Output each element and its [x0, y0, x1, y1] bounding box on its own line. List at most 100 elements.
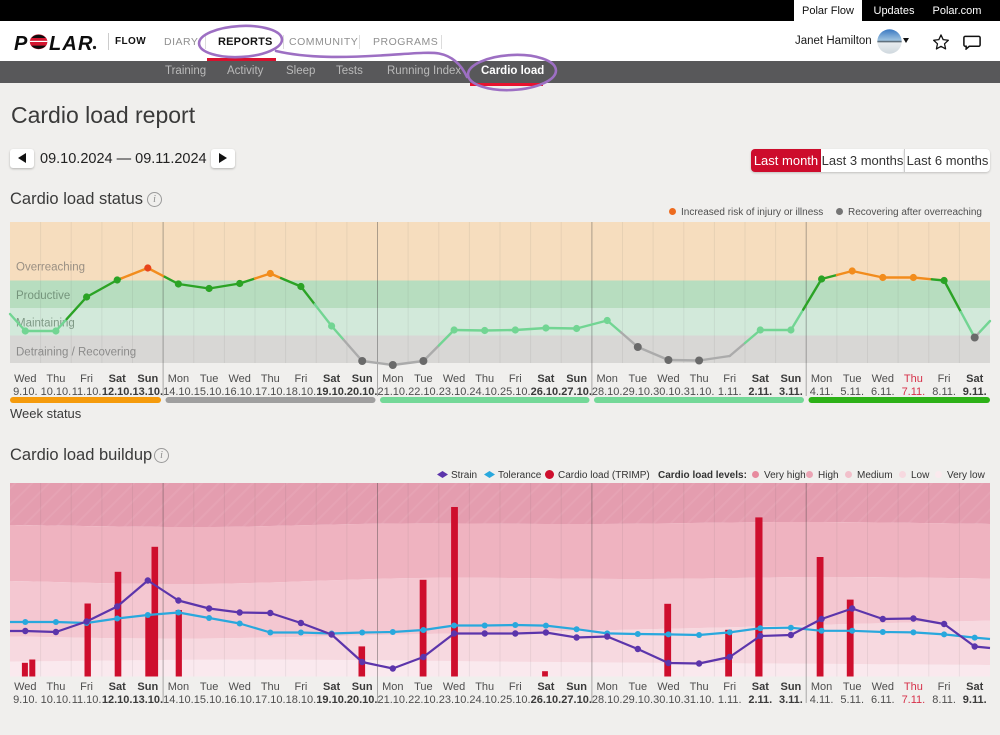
svg-text:Sun: Sun	[352, 373, 373, 385]
svg-text:31.10.: 31.10.	[684, 386, 715, 398]
svg-text:Wed: Wed	[872, 681, 894, 693]
svg-text:2.11.: 2.11.	[748, 694, 772, 706]
svg-text:23.10.: 23.10.	[439, 386, 470, 398]
svg-text:23.10.: 23.10.	[439, 694, 470, 706]
svg-text:Wed: Wed	[443, 681, 465, 693]
svg-text:6.11.: 6.11.	[871, 386, 895, 398]
svg-text:Sun: Sun	[566, 373, 587, 385]
svg-text:Tue: Tue	[629, 373, 648, 385]
svg-text:14.10.: 14.10.	[163, 386, 194, 398]
svg-text:Mon: Mon	[596, 681, 617, 693]
svg-text:Wed: Wed	[872, 373, 894, 385]
svg-text:Week status: Week status	[10, 406, 82, 421]
svg-text:5.11.: 5.11.	[840, 386, 864, 398]
svg-text:Thu: Thu	[904, 681, 923, 693]
svg-text:20.10.: 20.10.	[347, 386, 378, 398]
svg-text:3.11.: 3.11.	[779, 694, 803, 706]
svg-text:Tue: Tue	[414, 373, 433, 385]
svg-text:Sat: Sat	[537, 373, 554, 385]
svg-text:1.11.: 1.11.	[718, 694, 742, 706]
svg-text:Wed: Wed	[228, 681, 250, 693]
svg-text:19.10.: 19.10.	[316, 386, 347, 398]
svg-text:9.11.: 9.11.	[963, 694, 987, 706]
svg-text:Mon: Mon	[811, 681, 832, 693]
svg-text:Sat: Sat	[752, 681, 769, 693]
svg-text:Mon: Mon	[382, 681, 403, 693]
svg-text:18.10.: 18.10.	[286, 694, 317, 706]
svg-text:10.10.: 10.10.	[41, 694, 72, 706]
svg-text:29.10.: 29.10.	[623, 694, 654, 706]
svg-text:Thu: Thu	[261, 681, 280, 693]
svg-text:Thu: Thu	[690, 681, 709, 693]
svg-text:20.10.: 20.10.	[347, 694, 378, 706]
svg-text:12.10.: 12.10.	[102, 386, 133, 398]
svg-text:Sun: Sun	[566, 681, 587, 693]
svg-text:10.10.: 10.10.	[41, 386, 72, 398]
svg-text:Thu: Thu	[475, 681, 494, 693]
svg-text:Fri: Fri	[509, 681, 522, 693]
svg-text:Sat: Sat	[109, 373, 126, 385]
svg-text:17.10.: 17.10.	[255, 694, 286, 706]
svg-text:Thu: Thu	[475, 373, 494, 385]
svg-text:16.10.: 16.10.	[224, 694, 255, 706]
svg-text:25.10.: 25.10.	[500, 386, 531, 398]
svg-text:7.11.: 7.11.	[902, 694, 926, 706]
svg-text:28.10.: 28.10.	[592, 386, 623, 398]
svg-text:Tue: Tue	[843, 373, 862, 385]
svg-text:30.10.: 30.10.	[653, 386, 684, 398]
svg-text:Thu: Thu	[46, 681, 65, 693]
svg-text:Mon: Mon	[596, 373, 617, 385]
svg-text:30.10.: 30.10.	[653, 694, 684, 706]
svg-text:24.10.: 24.10.	[469, 694, 500, 706]
svg-text:4.11.: 4.11.	[810, 694, 834, 706]
svg-text:5.11.: 5.11.	[840, 694, 864, 706]
svg-text:Tue: Tue	[414, 681, 433, 693]
svg-text:9.11.: 9.11.	[963, 386, 987, 398]
svg-text:Tue: Tue	[843, 681, 862, 693]
svg-text:Fri: Fri	[80, 373, 93, 385]
svg-text:29.10.: 29.10.	[623, 386, 654, 398]
svg-text:2.11.: 2.11.	[748, 386, 772, 398]
svg-text:Overreaching: Overreaching	[16, 262, 85, 274]
svg-text:24.10.: 24.10.	[469, 386, 500, 398]
svg-text:22.10.: 22.10.	[408, 386, 439, 398]
svg-text:26.10.: 26.10.	[531, 694, 562, 706]
svg-text:Fri: Fri	[723, 681, 736, 693]
svg-text:Sat: Sat	[966, 681, 983, 693]
svg-text:Sat: Sat	[109, 681, 126, 693]
svg-text:21.10.: 21.10.	[378, 386, 409, 398]
svg-text:25.10.: 25.10.	[500, 694, 531, 706]
svg-text:Sat: Sat	[966, 373, 983, 385]
svg-text:13.10.: 13.10.	[133, 694, 164, 706]
svg-text:Fri: Fri	[294, 681, 307, 693]
svg-text:Tue: Tue	[200, 681, 219, 693]
svg-text:Wed: Wed	[228, 373, 250, 385]
svg-text:Wed: Wed	[443, 373, 465, 385]
svg-text:4.11.: 4.11.	[810, 386, 834, 398]
svg-text:13.10.: 13.10.	[133, 386, 164, 398]
svg-text:Mon: Mon	[168, 681, 189, 693]
svg-text:Fri: Fri	[938, 373, 951, 385]
svg-text:Sun: Sun	[352, 681, 373, 693]
svg-text:22.10.: 22.10.	[408, 694, 439, 706]
svg-text:26.10.: 26.10.	[531, 386, 562, 398]
svg-text:28.10.: 28.10.	[592, 694, 623, 706]
svg-text:Wed: Wed	[14, 681, 36, 693]
svg-text:27.10.: 27.10.	[561, 386, 592, 398]
svg-text:Wed: Wed	[14, 373, 36, 385]
svg-text:18.10.: 18.10.	[286, 386, 317, 398]
svg-text:Thu: Thu	[690, 373, 709, 385]
svg-text:Mon: Mon	[811, 373, 832, 385]
svg-text:1.11.: 1.11.	[718, 386, 742, 398]
svg-text:15.10.: 15.10.	[194, 386, 225, 398]
svg-text:Tue: Tue	[200, 373, 219, 385]
svg-text:Sat: Sat	[323, 681, 340, 693]
svg-text:Mon: Mon	[382, 373, 403, 385]
svg-text:16.10.: 16.10.	[224, 386, 255, 398]
svg-text:8.11.: 8.11.	[932, 694, 956, 706]
svg-text:Tue: Tue	[629, 681, 648, 693]
svg-text:Sat: Sat	[752, 373, 769, 385]
svg-text:Detraining / Recovering: Detraining / Recovering	[16, 347, 136, 359]
svg-text:12.10.: 12.10.	[102, 694, 133, 706]
svg-text:15.10.: 15.10.	[194, 694, 225, 706]
